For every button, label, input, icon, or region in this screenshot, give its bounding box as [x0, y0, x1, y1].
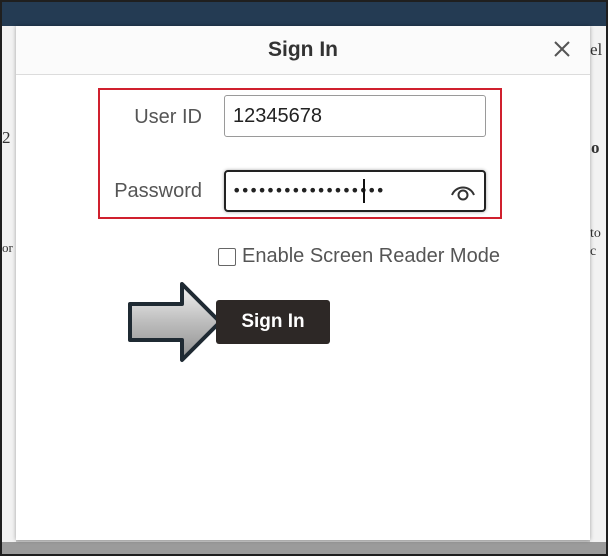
eye-icon: [451, 186, 475, 201]
screen-reader-label[interactable]: Enable Screen Reader Mode: [242, 245, 500, 268]
background-text: o: [591, 138, 600, 157]
background-text: to: [590, 226, 601, 241]
close-button[interactable]: [550, 37, 574, 61]
dialog-title: Sign In: [268, 38, 338, 61]
sign-in-button[interactable]: Sign In: [216, 300, 330, 344]
screen-reader-checkbox[interactable]: [218, 248, 236, 266]
screenshot-frame: 2 or el o to c Sign In User ID 12345678 …: [0, 0, 608, 556]
background-text: or: [2, 240, 13, 255]
background-header: [2, 2, 606, 26]
user-id-label: User ID: [134, 106, 202, 128]
sign-in-dialog: Sign In User ID 12345678 Password ••••••…: [16, 26, 590, 540]
background-text: c: [590, 244, 597, 259]
text-caret: [363, 179, 365, 203]
arrow-right-icon: [128, 282, 222, 362]
background-text: 2: [2, 128, 11, 147]
close-icon: [554, 41, 570, 57]
dialog-header: Sign In: [16, 26, 590, 75]
password-masked-value: ••••••••••••••••••: [232, 181, 385, 200]
background-footer: [2, 542, 606, 554]
background-page-right: el o to c: [590, 26, 606, 554]
background-text: el: [590, 40, 603, 59]
show-password-button[interactable]: [450, 181, 476, 203]
password-input[interactable]: ••••••••••••••••••: [224, 170, 486, 212]
password-label: Password: [114, 180, 202, 202]
user-id-input[interactable]: 12345678: [224, 95, 486, 137]
background-page-left: 2 or: [2, 26, 16, 554]
